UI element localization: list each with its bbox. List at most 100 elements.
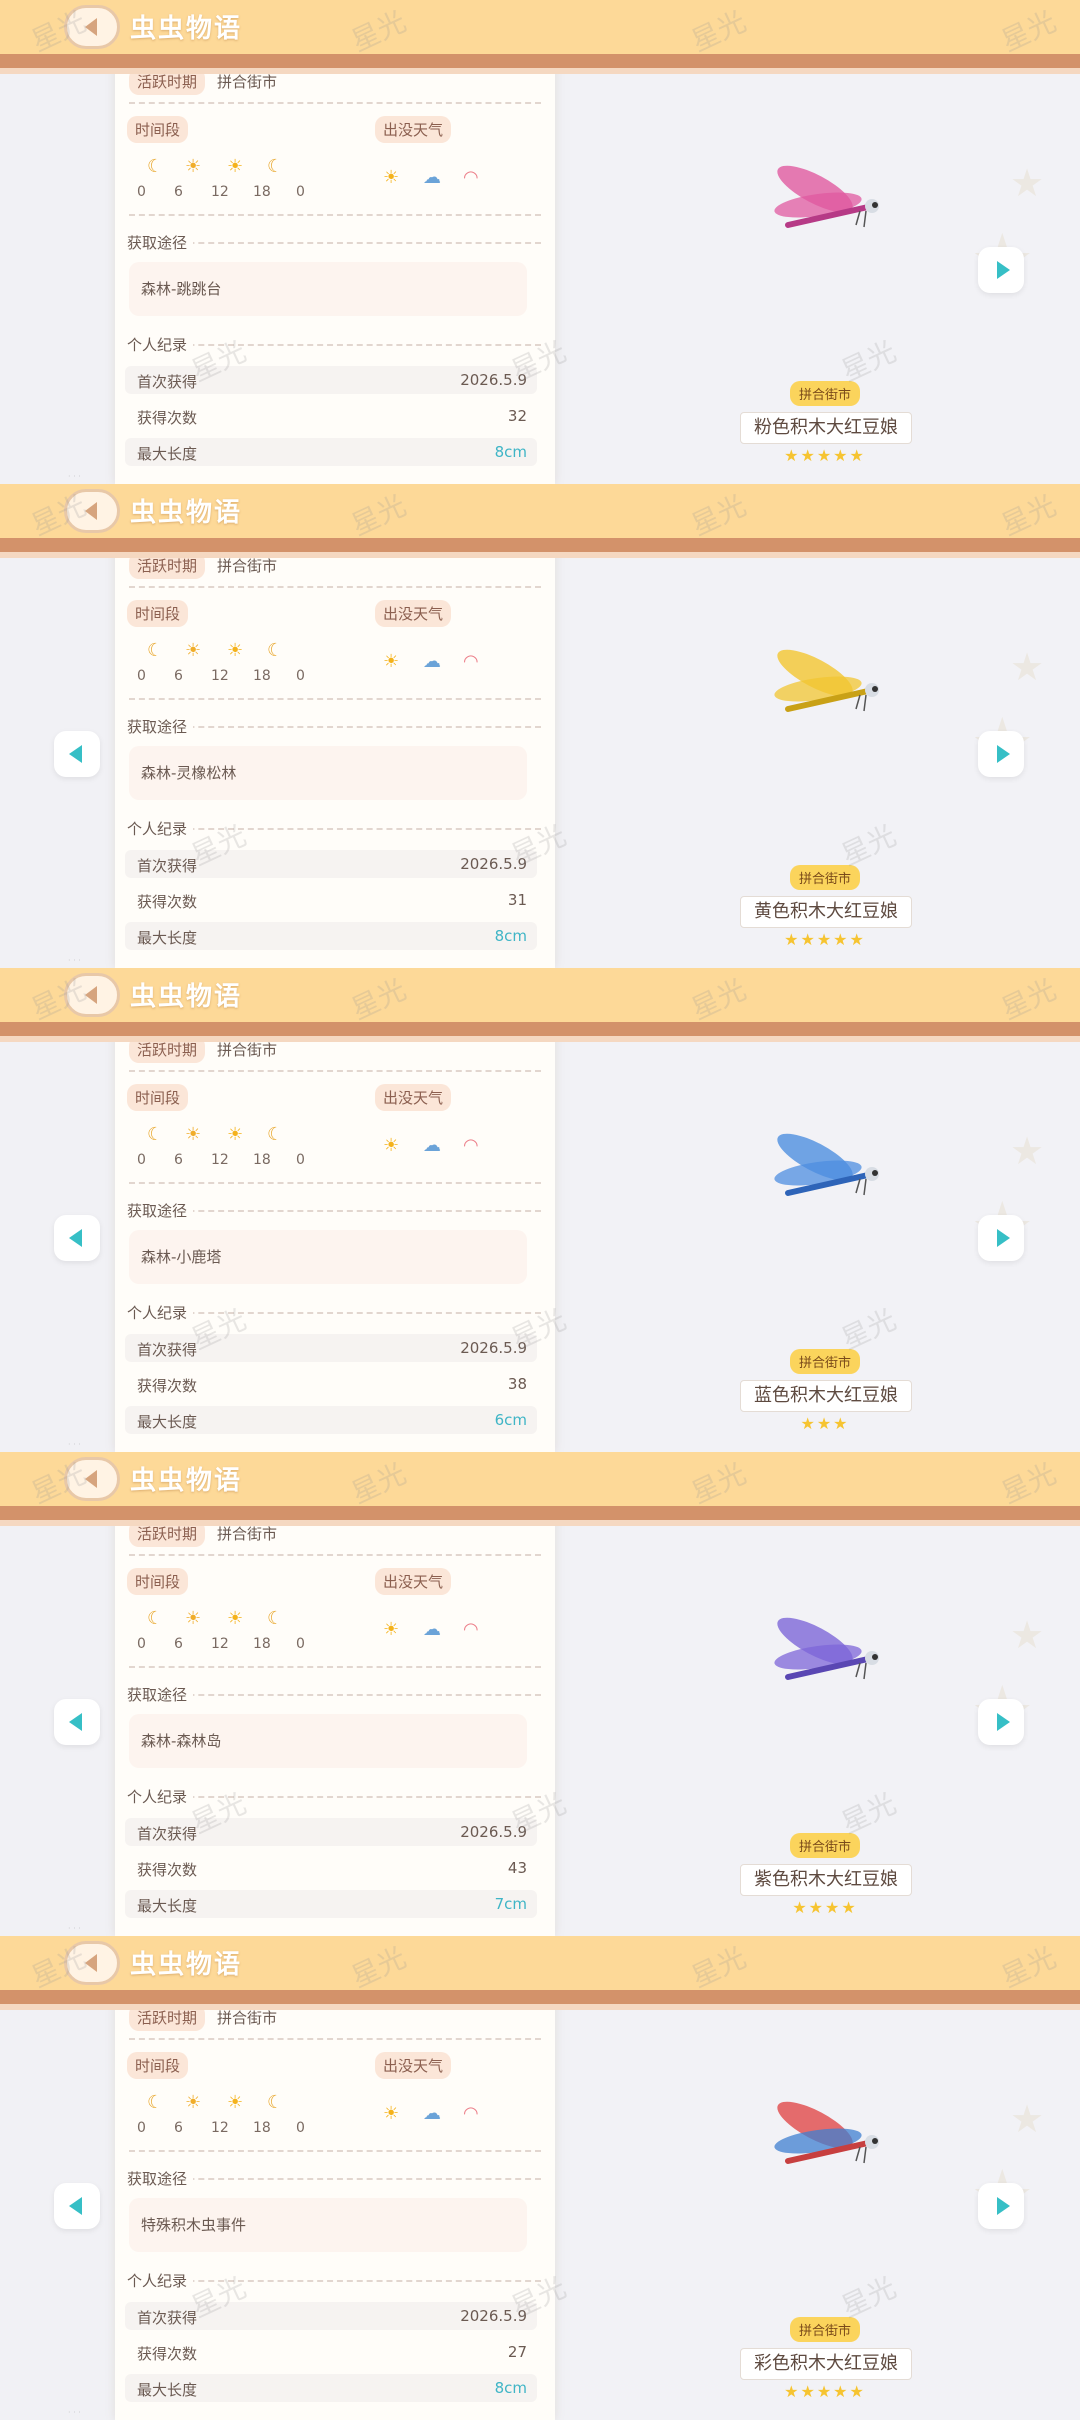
record-label: 个人纪录 bbox=[127, 818, 194, 839]
record-key: 获得次数 bbox=[137, 2345, 198, 2363]
next-button[interactable] bbox=[978, 247, 1024, 293]
next-button[interactable] bbox=[978, 731, 1024, 777]
source-value: 森林-跳跳台 bbox=[141, 280, 222, 298]
divider bbox=[129, 1070, 541, 1072]
weather-tag: 出没天气 bbox=[375, 2052, 452, 2079]
page-title: 虫虫物语 bbox=[130, 14, 243, 44]
sun-icon: ☀ bbox=[383, 2103, 400, 2124]
source-label: 获取途径 bbox=[127, 716, 194, 737]
back-button[interactable] bbox=[64, 973, 120, 1017]
prev-button[interactable] bbox=[54, 1215, 100, 1261]
record-label: 个人纪录 bbox=[127, 1786, 194, 1807]
top-bar-ribbon bbox=[0, 68, 1080, 74]
active-period-value: 拼合街市 bbox=[217, 2009, 278, 2027]
prev-button[interactable] bbox=[54, 2183, 100, 2229]
record-key: 最大长度 bbox=[137, 929, 198, 947]
record-row-count: 获得次数 32 bbox=[125, 402, 537, 430]
record-value: 8cm bbox=[494, 927, 527, 945]
bug-detail-panel: ★ ★ 拼合街市 黄色积木大红豆娘 ★★★★★ 活跃时期 拼合街市 时间段 出没… bbox=[0, 484, 1080, 968]
time-tick: 0 bbox=[137, 1636, 146, 1652]
source-value: 森林-灵橡松林 bbox=[141, 764, 237, 782]
location-badge: 拼合街市 bbox=[790, 865, 861, 890]
top-bar-stripe bbox=[0, 1506, 1080, 1520]
record-key: 最大长度 bbox=[137, 1413, 198, 1431]
bug-name: 粉色积木大红豆娘 bbox=[740, 412, 912, 444]
record-row-first-obtained: 首次获得 2026.5.9 bbox=[125, 850, 537, 878]
rarity-stars: ★★★★★ bbox=[784, 446, 866, 465]
back-button[interactable] bbox=[64, 1457, 120, 1501]
time-tick: 12 bbox=[211, 184, 229, 200]
record-key: 最大长度 bbox=[137, 1897, 198, 1915]
time-tick: 0 bbox=[296, 184, 305, 200]
record-value: 27 bbox=[507, 2343, 527, 2361]
time-tick: 6 bbox=[174, 1636, 183, 1652]
prev-button[interactable] bbox=[54, 731, 100, 777]
next-button[interactable] bbox=[978, 1699, 1024, 1745]
divider bbox=[129, 214, 541, 216]
moon-icon: ☾ bbox=[267, 156, 284, 177]
record-row-max-length: 最大长度 6cm bbox=[125, 1406, 537, 1434]
record-row-count: 获得次数 38 bbox=[125, 1370, 537, 1398]
record-key: 获得次数 bbox=[137, 1377, 198, 1395]
top-bar: 虫虫物语 bbox=[0, 1452, 1080, 1526]
next-button[interactable] bbox=[978, 1215, 1024, 1261]
rainbow-icon: ◠ bbox=[463, 167, 479, 188]
record-row-max-length: 最大长度 8cm bbox=[125, 2374, 537, 2402]
tiny-caption: · · · bbox=[68, 2408, 81, 2417]
prev-button[interactable] bbox=[54, 1699, 100, 1745]
back-button[interactable] bbox=[64, 489, 120, 533]
time-tick: 18 bbox=[253, 1152, 271, 1168]
weather-tag: 出没天气 bbox=[375, 116, 452, 143]
record-key: 获得次数 bbox=[137, 1861, 198, 1879]
weather-tag: 出没天气 bbox=[375, 1084, 452, 1111]
source-label: 获取途径 bbox=[127, 232, 194, 253]
bug-detail-panel: ★ ★ 拼合街市 紫色积木大红豆娘 ★★★★ 活跃时期 拼合街市 时间段 出没天… bbox=[0, 1452, 1080, 1936]
rainbow-icon: ◠ bbox=[463, 651, 479, 672]
sun-icon: ☀ bbox=[383, 1135, 400, 1156]
bug-detail-panel: ★ ★ 拼合街市 粉色积木大红豆娘 ★★★★★ 活跃时期 拼合街市 时间段 出没… bbox=[0, 0, 1080, 484]
time-tick: 0 bbox=[137, 1152, 146, 1168]
record-label: 个人纪录 bbox=[127, 1302, 194, 1323]
source-box: 特殊积木虫事件 bbox=[129, 2198, 527, 2252]
record-value: 2026.5.9 bbox=[460, 855, 527, 873]
weather-tag: 出没天气 bbox=[375, 1568, 452, 1595]
time-slot-tag: 时间段 bbox=[127, 1084, 189, 1111]
sunrise-icon: ☀ bbox=[185, 640, 202, 661]
moon-icon: ☾ bbox=[267, 2092, 284, 2113]
star-decoration-icon: ★ bbox=[1010, 1613, 1045, 1657]
chevron-right-icon bbox=[996, 745, 1010, 763]
sun-icon: ☀ bbox=[227, 640, 244, 661]
location-badge: 拼合街市 bbox=[790, 381, 861, 406]
back-arrow-icon bbox=[85, 1954, 97, 1972]
sunrise-icon: ☀ bbox=[185, 1124, 202, 1145]
record-row-count: 获得次数 27 bbox=[125, 2338, 537, 2366]
back-button[interactable] bbox=[64, 1941, 120, 1985]
top-bar: 虫虫物语 bbox=[0, 968, 1080, 1042]
record-value: 2026.5.9 bbox=[460, 371, 527, 389]
time-tick: 6 bbox=[174, 2120, 183, 2136]
moon-icon: ☾ bbox=[147, 1608, 164, 1629]
divider bbox=[129, 2038, 541, 2040]
top-bar-stripe bbox=[0, 538, 1080, 552]
next-button[interactable] bbox=[978, 2183, 1024, 2229]
page-title: 虫虫物语 bbox=[130, 498, 243, 528]
chevron-left-icon bbox=[68, 745, 82, 763]
record-row-count: 获得次数 43 bbox=[125, 1854, 537, 1882]
record-value: 8cm bbox=[494, 443, 527, 461]
record-key: 最大长度 bbox=[137, 2381, 198, 2399]
location-badge: 拼合街市 bbox=[790, 2317, 861, 2342]
rain-cloud-icon: ☁ bbox=[423, 1619, 441, 1640]
info-card: 活跃时期 拼合街市 时间段 出没天气 ☾ ☀ ☀ ☾ 0 6 12 18 0 ☀… bbox=[115, 52, 555, 484]
time-tick: 0 bbox=[137, 184, 146, 200]
top-bar-ribbon bbox=[0, 2004, 1080, 2010]
record-key: 获得次数 bbox=[137, 409, 198, 427]
back-button[interactable] bbox=[64, 5, 120, 49]
time-tick: 6 bbox=[174, 184, 183, 200]
bug-name: 紫色积木大红豆娘 bbox=[740, 1864, 912, 1896]
rain-cloud-icon: ☁ bbox=[423, 2103, 441, 2124]
back-arrow-icon bbox=[85, 1470, 97, 1488]
bug-image bbox=[774, 165, 879, 228]
rarity-stars: ★★★★ bbox=[792, 1898, 858, 1917]
time-tick: 6 bbox=[174, 1152, 183, 1168]
tiny-caption: · · · bbox=[68, 1440, 81, 1449]
